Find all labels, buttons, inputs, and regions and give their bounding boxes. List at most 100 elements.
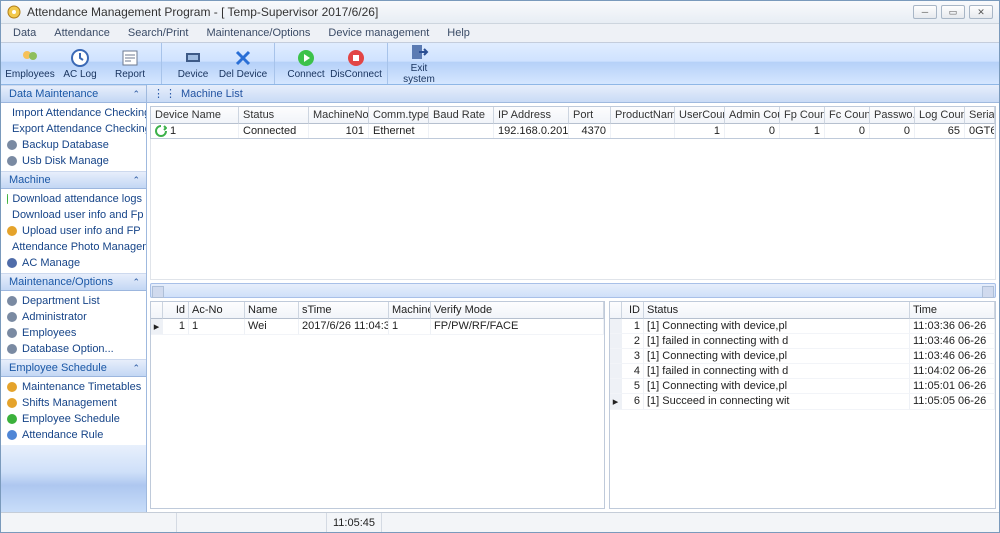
sidebar-item[interactable]: Download attendance logs (1, 191, 146, 207)
grid-cell[interactable]: 101 (309, 124, 369, 138)
grid-cell[interactable]: 1 (780, 124, 825, 138)
sidebar-item[interactable]: Attendance Rule (1, 427, 146, 443)
event-row[interactable]: 1[1] Connecting with device,pl11:03:36 0… (610, 319, 995, 334)
grid-cell[interactable] (429, 124, 494, 138)
column-header[interactable]: Id (163, 302, 189, 319)
column-header[interactable]: Status (644, 302, 910, 319)
sidebar-item[interactable]: Import Attendance Checking Data (1, 105, 146, 121)
attendance-log-grid[interactable]: IdAc-NoNamesTimeMachineVerify Mode ▸11We… (150, 301, 605, 509)
column-header[interactable]: Admin Count (725, 107, 780, 124)
connect-button[interactable]: Connect (281, 44, 331, 84)
sidebar-item[interactable]: Maintenance Timetables (1, 379, 146, 395)
disconnect-button[interactable]: DisConnect (331, 44, 381, 84)
column-header[interactable]: Fp Count (780, 107, 825, 124)
sidebar-item[interactable]: Usb Disk Manage (1, 153, 146, 169)
del-device-button[interactable]: Del Device (218, 44, 268, 84)
column-header[interactable]: sTime (299, 302, 389, 319)
sidebar-item[interactable]: Database Option... (1, 341, 146, 357)
grid-cell[interactable]: 1 (163, 319, 189, 335)
device-button[interactable]: Device (168, 44, 218, 84)
column-header[interactable]: Verify Mode (431, 302, 604, 319)
grid-cell[interactable]: 2 (622, 334, 644, 349)
column-header[interactable]: Passwo... (870, 107, 915, 124)
sidebar-item[interactable]: AC Manage (1, 255, 146, 271)
sidebar-item[interactable]: Attendance Photo Management (1, 239, 146, 255)
grid-cell[interactable]: [1] Connecting with device,pl (644, 349, 910, 364)
event-row[interactable]: 4[1] failed in connecting with d11:04:02… (610, 364, 995, 379)
column-header[interactable] (610, 302, 622, 319)
device-grid[interactable]: Device NameStatusMachineNo.Comm.typeBaud… (150, 106, 996, 139)
grid-cell[interactable]: 11:03:46 06-26 (910, 349, 995, 364)
column-header[interactable]: Comm.type (369, 107, 429, 124)
column-header[interactable]: Log Count (915, 107, 965, 124)
menu-search-print[interactable]: Search/Print (120, 25, 197, 41)
grid-cell[interactable]: 1 (622, 319, 644, 334)
event-row[interactable]: ▸6[1] Succeed in connecting wit11:05:05 … (610, 394, 995, 410)
column-header[interactable]: Ac-No (189, 302, 245, 319)
menu-device-management[interactable]: Device management (320, 25, 437, 41)
sidebar-item[interactable]: Backup Database (1, 137, 146, 153)
grid-cell[interactable]: [1] failed in connecting with d (644, 364, 910, 379)
column-header[interactable]: UserCount (675, 107, 725, 124)
column-header[interactable]: Port (569, 107, 611, 124)
grid-cell[interactable]: [1] Succeed in connecting wit (644, 394, 910, 410)
minimize-button[interactable]: ─ (913, 5, 937, 19)
exit-system-button[interactable]: Exit system (394, 44, 444, 84)
grid-cell[interactable]: 11:05:01 06-26 (910, 379, 995, 394)
horizontal-scrollbar[interactable] (150, 283, 996, 298)
column-header[interactable]: IP Address (494, 107, 569, 124)
grid-cell[interactable]: 1 (675, 124, 725, 138)
grid-cell[interactable]: 192.168.0.201 (494, 124, 569, 138)
column-header[interactable]: MachineNo. (309, 107, 369, 124)
sidebar-section-header[interactable]: Data Maintenance⌃ (1, 85, 146, 103)
event-row[interactable]: 5[1] Connecting with device,pl11:05:01 0… (610, 379, 995, 394)
maximize-button[interactable]: ▭ (941, 5, 965, 19)
column-header[interactable]: ProductName (611, 107, 675, 124)
grid-cell[interactable]: Ethernet (369, 124, 429, 138)
column-header[interactable]: Status (239, 107, 309, 124)
menu-attendance[interactable]: Attendance (46, 25, 118, 41)
ac-log-button[interactable]: AC Log (55, 44, 105, 84)
grid-cell[interactable]: 11:05:05 06-26 (910, 394, 995, 410)
sidebar-section-header[interactable]: Employee Schedule⌃ (1, 359, 146, 377)
grid-cell[interactable] (611, 124, 675, 138)
device-grid-body[interactable] (150, 139, 996, 280)
grid-cell[interactable]: 1 (189, 319, 245, 335)
grid-cell[interactable]: 2017/6/26 11:04:34 (299, 319, 389, 335)
grid-cell[interactable]: 65 (915, 124, 965, 138)
sidebar-item[interactable]: Employees (1, 325, 146, 341)
sidebar-item[interactable]: Upload user info and FP (1, 223, 146, 239)
event-log-grid[interactable]: IDStatusTime 1[1] Connecting with device… (609, 301, 996, 509)
sidebar-section-header[interactable]: Machine⌃ (1, 171, 146, 189)
grid-cell[interactable]: 11:03:36 06-26 (910, 319, 995, 334)
grid-cell[interactable]: Connected (239, 124, 309, 138)
event-row[interactable]: 3[1] Connecting with device,pl11:03:46 0… (610, 349, 995, 364)
device-name-cell[interactable]: 1 (151, 124, 239, 138)
column-header[interactable]: ID (622, 302, 644, 319)
sidebar-item[interactable]: Export Attendance Checking Data (1, 121, 146, 137)
menu-maintenance-options[interactable]: Maintenance/Options (198, 25, 318, 41)
column-header[interactable]: Baud Rate (429, 107, 494, 124)
menu-help[interactable]: Help (439, 25, 478, 41)
grid-cell[interactable]: 4 (622, 364, 644, 379)
column-header[interactable]: Serial Number (965, 107, 995, 124)
column-header[interactable]: Machine (389, 302, 431, 319)
column-header[interactable]: Device Name (151, 107, 239, 124)
grid-cell[interactable]: 11:04:02 06-26 (910, 364, 995, 379)
grid-cell[interactable]: 0 (825, 124, 870, 138)
sidebar-section-header[interactable]: Maintenance/Options⌃ (1, 273, 146, 291)
menu-data[interactable]: Data (5, 25, 44, 41)
column-header[interactable]: Name (245, 302, 299, 319)
grid-cell[interactable]: 0GT608374606180... (965, 124, 995, 138)
sidebar-item[interactable]: Employee Schedule (1, 411, 146, 427)
event-row[interactable]: 2[1] failed in connecting with d11:03:46… (610, 334, 995, 349)
report-button[interactable]: Report (105, 44, 155, 84)
grid-cell[interactable]: 6 (622, 394, 644, 410)
column-header[interactable]: Fc Count (825, 107, 870, 124)
close-button[interactable]: ✕ (969, 5, 993, 19)
grid-cell[interactable]: [1] failed in connecting with d (644, 334, 910, 349)
column-header[interactable] (151, 302, 163, 319)
grid-cell[interactable]: Wei (245, 319, 299, 335)
grid-cell[interactable]: [1] Connecting with device,pl (644, 379, 910, 394)
sidebar-item[interactable]: Department List (1, 293, 146, 309)
